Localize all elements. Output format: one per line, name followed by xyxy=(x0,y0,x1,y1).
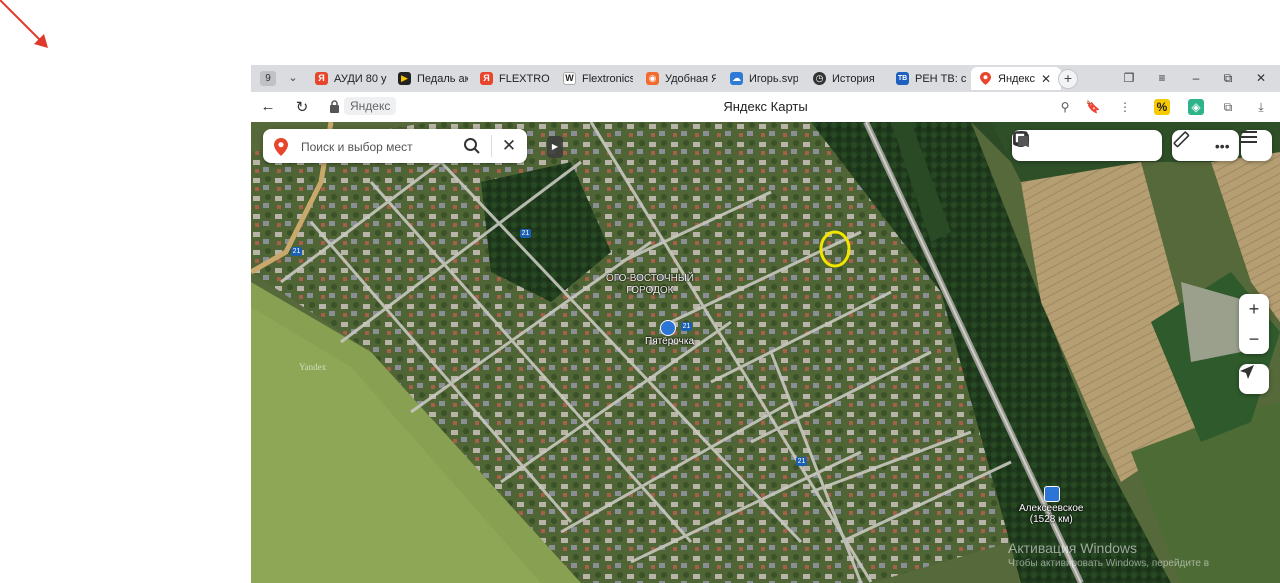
browser-window: 9 ⌄ Я АУДИ 80 у ▶ Педаль ак Я FLEXTRON W… xyxy=(251,65,1280,583)
layers-icon[interactable] xyxy=(1014,132,1154,156)
play-icon: ▶ xyxy=(398,72,411,85)
tab-label: Педаль ак xyxy=(417,72,468,85)
close-window-icon[interactable]: ✕ xyxy=(1250,69,1272,87)
address-bar: ← ↻ Яндекс Яндекс Карты ⚲ 🔖 ⋮ % ◈ ⧉ ⤓ xyxy=(251,92,1280,122)
road-number-badge: 21 xyxy=(796,457,807,466)
zoom-control: + − xyxy=(1239,294,1269,354)
discount-extension-icon[interactable]: % xyxy=(1154,99,1170,115)
close-icon[interactable]: ✕ xyxy=(499,136,519,156)
map-book-icon[interactable] xyxy=(1013,131,1069,156)
search-icon[interactable] xyxy=(463,137,481,155)
panorama-camera-icon[interactable] xyxy=(1013,132,1097,156)
tab-yandex-maps[interactable]: Яндекс ✕ xyxy=(971,67,1061,90)
hamburger-icon xyxy=(1241,131,1257,143)
reload-icon[interactable]: ↻ xyxy=(293,98,311,116)
yandex-icon: Я xyxy=(315,72,328,85)
new-tab-button[interactable]: + xyxy=(1058,69,1078,89)
tab-history[interactable]: ◷ История xyxy=(813,67,885,90)
store-label[interactable]: Пятёрочка xyxy=(645,336,694,347)
restore-icon[interactable]: ⧉ xyxy=(1217,69,1239,87)
chevron-down-icon[interactable]: ⌄ xyxy=(284,69,302,87)
windows-activation-text: Чтобы активировать Windows, перейдите в xyxy=(1008,558,1210,569)
tab-label: Удобная Я xyxy=(665,72,716,85)
more-vertical-icon[interactable]: ⋮ xyxy=(1117,99,1133,115)
tools-toolbar: ••• xyxy=(1172,130,1239,161)
zoom-out-button[interactable]: − xyxy=(1239,324,1269,354)
collapse-panel-button[interactable]: ▶ xyxy=(547,136,563,158)
tab-label: РЕН ТВ: см xyxy=(915,72,966,85)
yandex-icon: Я xyxy=(480,72,493,85)
podcast-icon: ◉ xyxy=(646,72,659,85)
location-pin-icon[interactable]: ⚲ xyxy=(1057,99,1073,115)
train-station-icon[interactable] xyxy=(1044,486,1060,502)
my-location-button[interactable] xyxy=(1239,364,1269,394)
tab-label: История xyxy=(832,72,875,85)
close-tab-icon[interactable]: ✕ xyxy=(1041,72,1051,86)
tab-audi[interactable]: Я АУДИ 80 у xyxy=(315,67,387,90)
transit-bus-icon[interactable] xyxy=(1014,131,1125,156)
town-label: ОГО-ВОСТОЧНЫЙ ГОРОДОК xyxy=(606,273,694,296)
satellite-imagery xyxy=(251,122,1280,583)
satellite-map[interactable]: Yandex ОГО-ВОСТОЧНЫЙ ГОРОДОК Пятёрочка А… xyxy=(251,122,1280,583)
map-pin-icon xyxy=(274,138,288,156)
tab-igor[interactable]: ☁ Игорь.svp xyxy=(730,67,798,90)
menu-icon[interactable]: ≡ xyxy=(1151,69,1173,87)
clock-icon: ◷ xyxy=(813,72,826,85)
tab-label: Игорь.svp xyxy=(749,72,798,85)
tab-label: Яндекс xyxy=(998,72,1035,85)
bookmark-icon[interactable]: 🔖 xyxy=(1085,99,1101,115)
map-search-box: ✕ xyxy=(263,129,527,163)
zoom-in-button[interactable]: + xyxy=(1239,294,1269,324)
red-arrow-annotation xyxy=(0,0,48,48)
map-extension-icon[interactable]: ◈ xyxy=(1188,99,1204,115)
more-horizontal-icon[interactable]: ••• xyxy=(1212,136,1232,156)
tab-udobnaya[interactable]: ◉ Удобная Я xyxy=(646,67,716,90)
tab-strip: 9 ⌄ Я АУДИ 80 у ▶ Педаль ак Я FLEXTRON W… xyxy=(251,65,1280,92)
road-number-badge: 21 xyxy=(681,322,692,331)
tab-flextron[interactable]: Я FLEXTRON xyxy=(480,67,550,90)
tab-pedal[interactable]: ▶ Педаль ак xyxy=(398,67,468,90)
tab-flextronics[interactable]: W Flextronics xyxy=(563,67,633,90)
tab-label: FLEXTRON xyxy=(499,72,550,85)
road-number-badge: 21 xyxy=(520,229,531,238)
back-arrow-icon[interactable]: ← xyxy=(259,98,277,115)
ruler-icon[interactable] xyxy=(1173,131,1199,156)
windows-activation-title: Активация Windows xyxy=(1008,540,1138,556)
tab-count-button[interactable]: 9 xyxy=(260,71,276,86)
collections-panel-icon[interactable]: ⧉ xyxy=(1220,99,1236,115)
tab-label: Flextronics xyxy=(582,72,633,85)
tv-icon: ТВ xyxy=(896,72,909,85)
navigation-arrow-icon xyxy=(1240,365,1254,379)
search-input[interactable] xyxy=(299,137,463,157)
tab-label: АУДИ 80 у xyxy=(334,72,387,85)
store-poi-icon[interactable] xyxy=(660,320,676,336)
collections-icon[interactable]: ❐ xyxy=(1118,69,1140,87)
minimize-icon[interactable]: – xyxy=(1185,69,1207,87)
download-icon[interactable]: ⤓ xyxy=(1253,99,1269,115)
tab-ren-tv[interactable]: ТВ РЕН ТВ: см xyxy=(896,67,966,90)
road-number-badge: 21 xyxy=(291,247,302,256)
yandex-provider-label: Yandex xyxy=(299,362,327,372)
map-pin-icon xyxy=(979,72,992,85)
lock-icon xyxy=(330,100,339,113)
layer-toolbar xyxy=(1012,130,1162,161)
cloud-icon: ☁ xyxy=(730,72,743,85)
divider xyxy=(491,135,492,157)
wikipedia-icon: W xyxy=(563,72,576,85)
hamburger-menu-button[interactable] xyxy=(1241,130,1272,161)
station-label[interactable]: Алексеевское (1528 км) xyxy=(1019,503,1084,525)
site-chip[interactable]: Яндекс xyxy=(344,97,397,115)
